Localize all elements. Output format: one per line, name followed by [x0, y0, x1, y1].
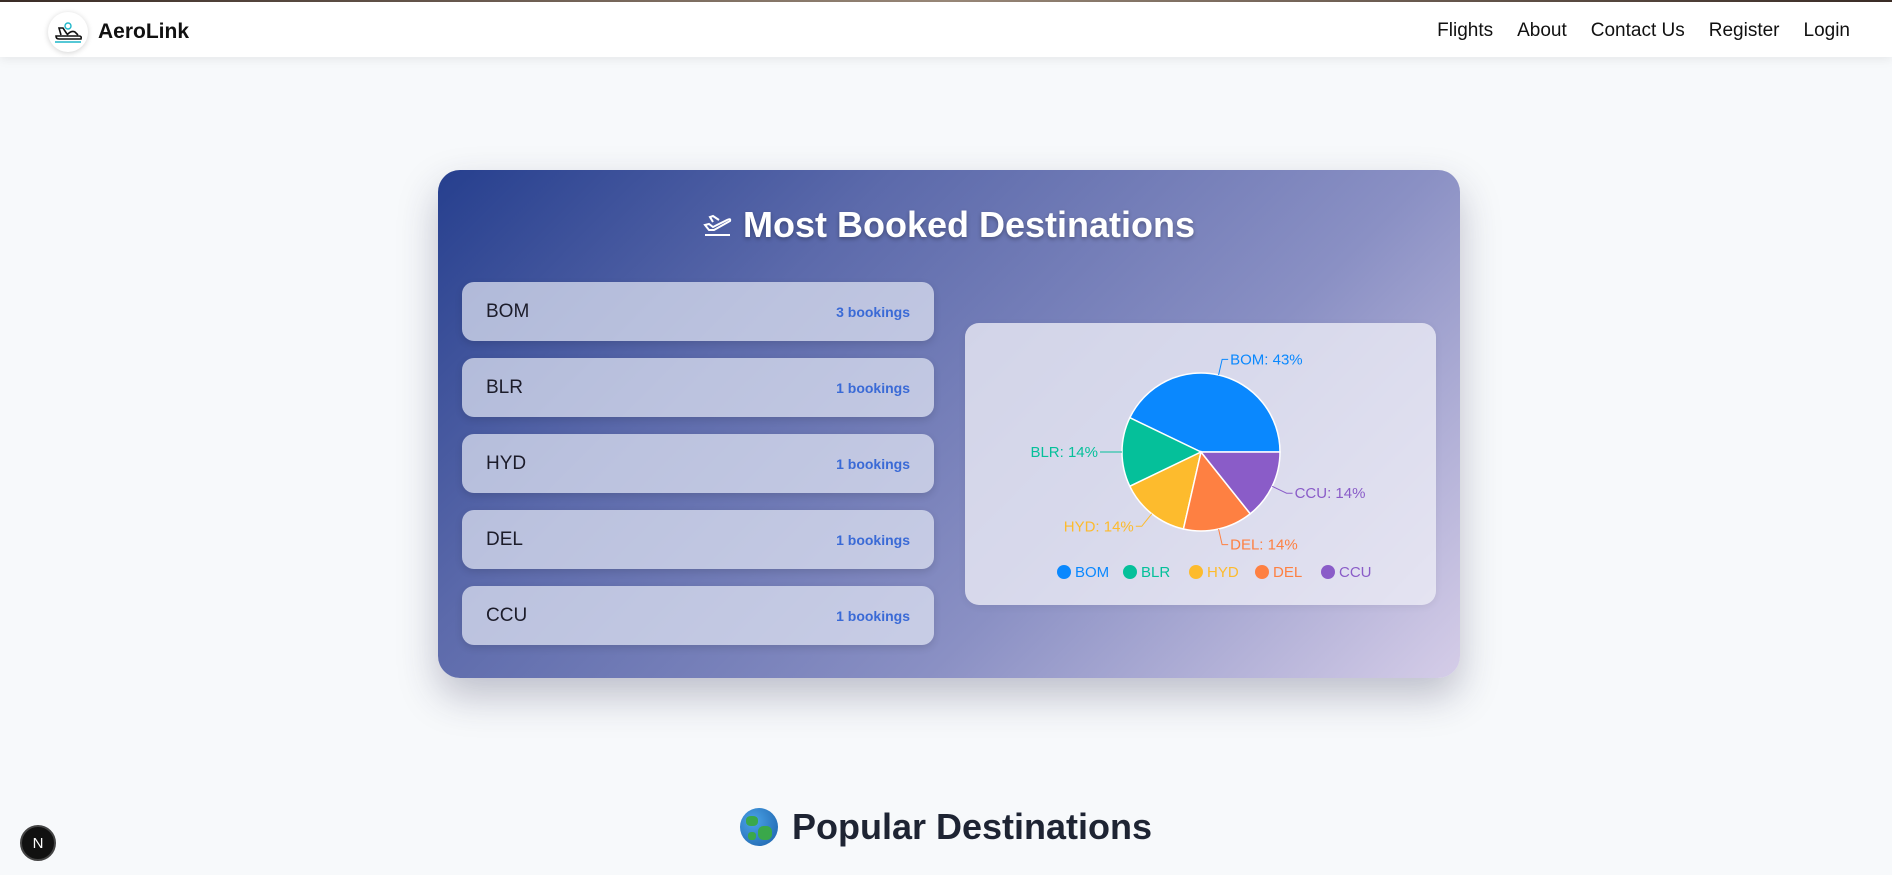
card-title: Most Booked Destinations — [438, 204, 1460, 246]
legend-marker-blr — [1123, 565, 1137, 579]
most-booked-card: Most Booked Destinations BOM 3 bookings … — [438, 170, 1460, 678]
nav-login-link[interactable]: Login — [1804, 20, 1851, 42]
destination-item-hyd[interactable]: HYD 1 bookings — [462, 434, 934, 493]
legend-label-bom[interactable]: BOM — [1075, 564, 1109, 581]
destination-code: BLR — [486, 377, 523, 398]
destination-item-del[interactable]: DEL 1 bookings — [462, 510, 934, 569]
pie-label-bom: BOM: 43% — [1230, 351, 1303, 368]
popular-destinations-title: Popular Destinations — [791, 806, 1153, 847]
destination-list: BOM 3 bookings BLR 1 bookings HYD 1 book… — [462, 282, 934, 662]
popular-destinations-heading: Popular Destinations — [0, 806, 1892, 848]
booking-count: 1 bookings — [836, 456, 910, 472]
destination-code: DEL — [486, 529, 523, 550]
legend-label-hyd[interactable]: HYD — [1207, 564, 1239, 581]
pie-label-line — [1135, 513, 1153, 527]
airplane-takeoff-icon — [703, 204, 733, 246]
pie-label-ccu: CCU: 14% — [1295, 485, 1366, 502]
nav-about-link[interactable]: About — [1517, 20, 1567, 42]
nextjs-dev-badge[interactable]: N — [20, 825, 56, 861]
destination-item-blr[interactable]: BLR 1 bookings — [462, 358, 934, 417]
navbar: AeroLink Flights About Contact Us Regist… — [0, 2, 1892, 57]
card-title-text: Most Booked Destinations — [742, 204, 1196, 245]
booking-count: 1 bookings — [836, 608, 910, 624]
legend-label-ccu[interactable]: CCU — [1339, 564, 1372, 581]
pie-label-line — [1218, 528, 1229, 546]
legend-marker-ccu — [1321, 565, 1335, 579]
pie-label-blr: BLR: 14% — [1030, 444, 1098, 461]
brand-name: AeroLink — [98, 20, 190, 43]
booking-count: 1 bookings — [836, 380, 910, 396]
pie-chart: BOM: 43% BLR: 14% HYD: 14% DEL: 14% CCU: 14%… — [1030, 351, 1372, 581]
booking-count: 1 bookings — [836, 532, 910, 548]
pie-chart-panel: BOM: 43% BLR: 14% HYD: 14% DEL: 14% CCU: 14%… — [965, 323, 1436, 605]
airplane-logo-icon — [48, 12, 88, 52]
pie-label-hyd: HYD: 14% — [1064, 518, 1134, 535]
brand[interactable]: AeroLink — [48, 12, 189, 52]
pie-label-del: DEL: 14% — [1230, 537, 1298, 554]
booking-count: 3 bookings — [836, 304, 910, 320]
pie-label-line — [1218, 358, 1229, 376]
legend-marker-del — [1255, 565, 1269, 579]
nav-flights-link[interactable]: Flights — [1437, 20, 1493, 42]
legend-label-del[interactable]: DEL — [1273, 564, 1302, 581]
destination-item-ccu[interactable]: CCU 1 bookings — [462, 586, 934, 645]
destination-code: CCU — [486, 605, 528, 626]
globe-icon — [739, 808, 778, 846]
destination-code: BOM — [486, 301, 530, 322]
nav-links: Flights About Contact Us Register Login — [1437, 20, 1850, 42]
legend-marker-bom — [1057, 565, 1071, 579]
destination-code: HYD — [486, 453, 527, 474]
destination-item-bom[interactable]: BOM 3 bookings — [462, 282, 934, 341]
legend-marker-hyd — [1189, 565, 1203, 579]
legend-label-blr[interactable]: BLR — [1141, 564, 1170, 581]
nav-contact-link[interactable]: Contact Us — [1591, 20, 1685, 42]
nav-register-link[interactable]: Register — [1709, 20, 1780, 42]
pie-label-line — [1271, 485, 1293, 494]
